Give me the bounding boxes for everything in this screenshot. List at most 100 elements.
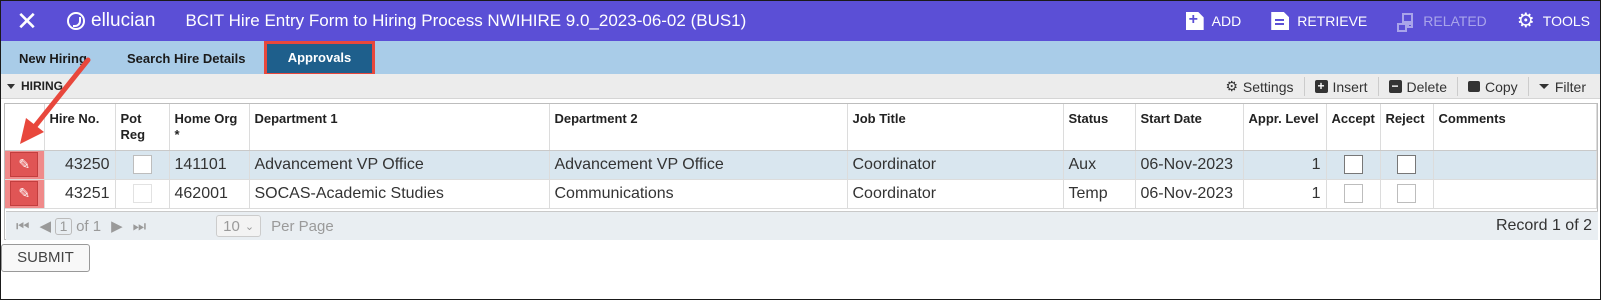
related-hierarchy-icon	[1397, 12, 1415, 32]
related-button[interactable]: RELATED	[1397, 12, 1487, 32]
brand-logo: ellucian	[67, 10, 155, 32]
section-header: HIRING ⚙ Settings + Insert − Delete Copy ⏷ F…	[1, 74, 1600, 99]
chevron-down-icon: ⌄	[244, 220, 255, 233]
edit-row-icon[interactable]: ✎	[10, 152, 39, 177]
record-count: Record 1 of 2	[1495, 217, 1592, 234]
section-title: HIRING	[21, 79, 63, 93]
home-org-cell[interactable]: 141101	[169, 150, 250, 180]
pot-reg-checkbox[interactable]	[132, 155, 152, 174]
add-button[interactable]: ADD	[1185, 12, 1242, 30]
app-header: ✕ ellucian BCIT Hire Entry Form to Hirin…	[1, 1, 1600, 41]
tab-new-hiring[interactable]: New Hiring	[19, 48, 87, 70]
gear-icon: ⚙	[1516, 10, 1535, 32]
accept-checkbox[interactable]	[1343, 184, 1363, 203]
retrieve-button[interactable]: RETRIEVE	[1271, 12, 1367, 30]
column-header[interactable]: Job Title	[847, 104, 1064, 151]
start-date-cell[interactable]: 06-Nov-2023	[1135, 150, 1244, 180]
accept-cell	[1326, 179, 1381, 209]
column-header-edit	[5, 104, 45, 151]
reject-checkbox[interactable]	[1397, 184, 1416, 203]
column-header[interactable]: Start Date	[1135, 104, 1244, 151]
edit-cell: ✎	[5, 150, 45, 180]
department-2-cell[interactable]: Communications	[549, 179, 848, 209]
job-title-cell[interactable]: Coordinator	[847, 179, 1064, 209]
per-page-value: 10	[223, 217, 240, 235]
submit-button[interactable]: SUBMIT	[1, 244, 90, 272]
tab-approvals[interactable]: Approvals	[264, 41, 375, 76]
department-2-cell[interactable]: Advancement VP Office	[549, 150, 848, 180]
insert-label: Insert	[1332, 78, 1368, 95]
header-actions: ADD RETRIEVE RELATED ⚙ TOOLS	[1185, 1, 1600, 41]
insert-button[interactable]: + Insert	[1303, 77, 1378, 96]
job-title-cell[interactable]: Coordinator	[847, 150, 1064, 180]
section-tools: ⚙ Settings + Insert − Delete Copy ⏷ Filter	[1215, 74, 1596, 99]
hiring-grid: Hire No. Pot Reg Home Org * Department 1…	[4, 103, 1598, 240]
pot-reg-cell	[115, 150, 170, 180]
brand-name: ellucian	[91, 10, 156, 31]
hire-no-cell[interactable]: 43251	[44, 179, 116, 209]
start-date-cell[interactable]: 06-Nov-2023	[1135, 179, 1244, 209]
per-page-select[interactable]: 10 ⌄	[216, 215, 262, 237]
tools-button[interactable]: ⚙ TOOLS	[1516, 10, 1590, 32]
pagination-bar: ⏮ ◀ 1 of 1 ▶ ⏭ 10 ⌄ Per Page Record 1 of …	[6, 211, 1598, 240]
column-header[interactable]: Reject	[1380, 104, 1434, 151]
hire-no-cell[interactable]: 43250	[44, 150, 116, 180]
table-row[interactable]: ✎ 43250 141101 Advancement VP Office Adv…	[5, 150, 1597, 180]
home-org-cell[interactable]: 462001	[169, 179, 250, 209]
tab-bar: New Hiring Search Hire Details Approvals	[1, 41, 1600, 76]
settings-label: Settings	[1242, 78, 1294, 95]
section-toggle[interactable]: HIRING	[7, 79, 63, 93]
appr-level-cell[interactable]: 1	[1243, 150, 1327, 180]
page-number-input[interactable]: 1	[55, 217, 73, 235]
column-header[interactable]: Appr. Level	[1243, 104, 1327, 151]
delete-label: Delete	[1406, 78, 1447, 95]
ellucian-logo-icon	[67, 12, 85, 30]
previous-page-icon[interactable]: ◀	[40, 217, 52, 235]
retrieve-document-icon	[1271, 12, 1290, 30]
last-page-icon[interactable]: ⏭	[133, 218, 147, 235]
comments-cell[interactable]	[1433, 150, 1597, 180]
column-header[interactable]: Accept	[1326, 104, 1381, 151]
page-title: BCIT Hire Entry Form to Hiring Process N…	[185, 11, 747, 30]
department-1-cell[interactable]: SOCAS-Academic Studies	[249, 179, 550, 209]
accept-checkbox[interactable]	[1343, 155, 1363, 174]
table-header-row: Hire No. Pot Reg Home Org * Department 1…	[5, 104, 1597, 151]
pot-reg-checkbox[interactable]	[132, 184, 152, 203]
table-row[interactable]: ✎ 43251 462001 SOCAS-Academic Studies Co…	[5, 179, 1597, 209]
minus-icon: −	[1388, 80, 1402, 93]
tab-search-hire-details[interactable]: Search Hire Details	[127, 48, 246, 70]
status-cell[interactable]: Temp	[1063, 179, 1136, 209]
edit-cell: ✎	[5, 179, 45, 209]
reject-checkbox[interactable]	[1397, 155, 1416, 174]
column-header[interactable]: Pot Reg	[115, 104, 170, 151]
per-page-label: Per Page	[271, 217, 334, 235]
column-header[interactable]: Department 1	[249, 104, 550, 151]
plus-icon: +	[1314, 80, 1328, 93]
copy-icon	[1467, 81, 1480, 92]
filter-button[interactable]: ⏷ Filter	[1527, 77, 1596, 96]
column-header[interactable]: Status	[1063, 104, 1136, 151]
gear-icon: ⚙	[1225, 78, 1238, 94]
add-label: ADD	[1211, 13, 1242, 29]
column-header[interactable]: Home Org *	[169, 104, 250, 151]
next-page-icon[interactable]: ▶	[111, 217, 123, 235]
column-header[interactable]: Hire No.	[44, 104, 116, 151]
delete-button[interactable]: − Delete	[1377, 77, 1457, 96]
department-1-cell[interactable]: Advancement VP Office	[249, 150, 550, 180]
reject-cell	[1380, 150, 1434, 180]
filter-icon: ⏷	[1538, 78, 1550, 94]
reject-cell	[1380, 179, 1434, 209]
status-cell[interactable]: Aux	[1063, 150, 1136, 180]
column-header[interactable]: Comments	[1433, 104, 1597, 151]
close-icon[interactable]: ✕	[1, 1, 53, 41]
copy-label: Copy	[1484, 78, 1518, 95]
appr-level-cell[interactable]: 1	[1243, 179, 1327, 209]
collapse-triangle-icon	[7, 84, 15, 90]
settings-button[interactable]: ⚙ Settings	[1215, 77, 1303, 96]
filter-label: Filter	[1554, 78, 1586, 95]
edit-row-icon[interactable]: ✎	[10, 181, 39, 206]
column-header[interactable]: Department 2	[549, 104, 848, 151]
comments-cell[interactable]	[1433, 179, 1597, 209]
copy-button[interactable]: Copy	[1456, 77, 1528, 96]
first-page-icon[interactable]: ⏮	[16, 218, 30, 235]
